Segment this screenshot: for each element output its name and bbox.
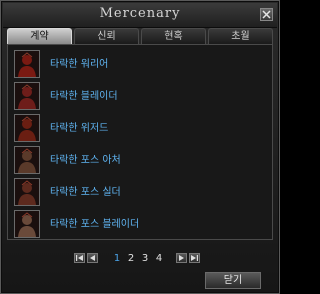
page-number[interactable]: 2 (124, 253, 138, 264)
close-icon (262, 10, 271, 19)
mercenary-portrait[interactable] (14, 114, 40, 142)
mercenary-portrait-icon (15, 147, 39, 173)
mercenary-name-link[interactable]: 타락한 포스 블레이더 (50, 215, 139, 230)
close-window-button[interactable] (260, 8, 273, 21)
window-title: Mercenary (99, 6, 181, 21)
mercenary-list: 타락한 워리어 타락한 블레이더 타락한 위저드 타락한 포스 아처 타락한 포… (7, 44, 273, 240)
page-number[interactable]: 4 (152, 253, 166, 264)
last-page-icon (191, 255, 198, 261)
mercenary-portrait-icon (15, 83, 39, 109)
prev-page-icon (90, 255, 95, 261)
next-page-icon (179, 255, 184, 261)
tab-transcend[interactable]: 초월 (208, 28, 273, 44)
first-page-button[interactable] (74, 253, 85, 263)
mercenary-window: Mercenary 계약 신뢰 현혹 초월 타락한 워리어 타락한 블레이더 타… (0, 0, 280, 294)
list-item: 타락한 워리어 (12, 49, 268, 79)
last-page-button[interactable] (189, 253, 200, 263)
mercenary-portrait-icon (15, 179, 39, 205)
mercenary-name-link[interactable]: 타락한 블레이더 (50, 87, 118, 102)
next-page-button[interactable] (176, 253, 187, 263)
list-item: 타락한 위저드 (12, 113, 268, 143)
list-item: 타락한 포스 실더 (12, 177, 268, 207)
list-item: 타락한 포스 블레이더 (12, 209, 268, 239)
mercenary-portrait[interactable] (14, 50, 40, 78)
first-page-icon (76, 255, 83, 261)
page-number[interactable]: 3 (138, 253, 152, 264)
title-bar[interactable]: Mercenary (3, 3, 277, 28)
pagination: 1 2 3 4 (74, 252, 202, 264)
page-number[interactable]: 1 (110, 253, 124, 264)
list-item: 타락한 포스 아처 (12, 145, 268, 175)
mercenary-name-link[interactable]: 타락한 포스 아처 (50, 151, 121, 166)
mercenary-name-link[interactable]: 타락한 포스 실더 (50, 183, 121, 198)
list-item: 타락한 블레이더 (12, 81, 268, 111)
mercenary-portrait[interactable] (14, 178, 40, 206)
prev-page-button[interactable] (87, 253, 98, 263)
tab-trust[interactable]: 신뢰 (74, 28, 139, 44)
mercenary-portrait[interactable] (14, 210, 40, 238)
mercenary-portrait[interactable] (14, 82, 40, 110)
tab-allure[interactable]: 현혹 (141, 28, 206, 44)
mercenary-portrait-icon (15, 211, 39, 237)
tab-bar: 계약 신뢰 현혹 초월 (7, 28, 273, 44)
tab-contract[interactable]: 계약 (7, 28, 72, 44)
mercenary-portrait-icon (15, 115, 39, 141)
mercenary-portrait-icon (15, 51, 39, 77)
close-button[interactable]: 닫기 (205, 272, 261, 289)
mercenary-portrait[interactable] (14, 146, 40, 174)
mercenary-name-link[interactable]: 타락한 위저드 (50, 119, 108, 134)
mercenary-name-link[interactable]: 타락한 워리어 (50, 55, 108, 70)
